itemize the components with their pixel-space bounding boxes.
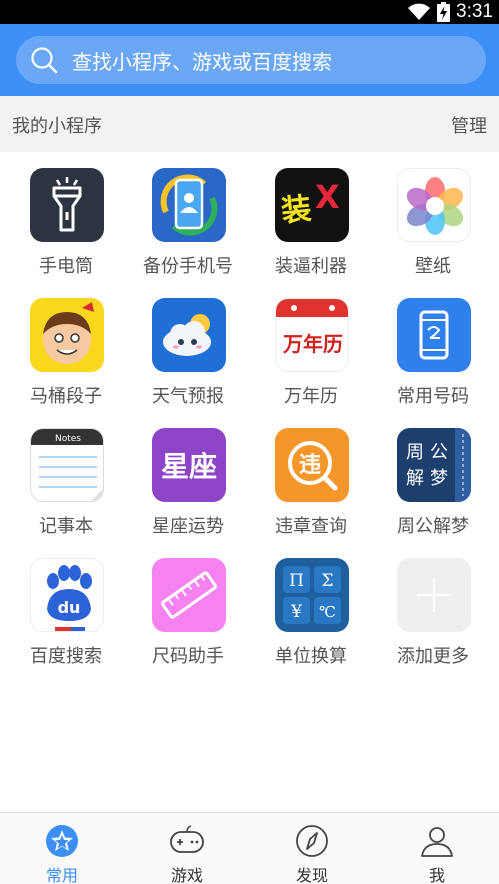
search-header: 查找小程序、游戏或百度搜索: [0, 24, 499, 96]
manage-button[interactable]: 管理: [451, 112, 487, 138]
tab-label: 发现: [295, 866, 328, 884]
flashlight-icon: [30, 168, 104, 242]
ruler-icon: [152, 558, 226, 632]
app-label: 星座运势: [152, 516, 224, 537]
app-weather[interactable]: 天气预报: [126, 282, 250, 412]
tab-common[interactable]: 常用: [0, 813, 124, 884]
app-toilet-jokes[interactable]: 马桶段子: [4, 282, 128, 412]
svg-text:℃: ℃: [319, 603, 336, 621]
app-label: 尺码助手: [152, 646, 224, 667]
section-title: 我的小程序: [12, 116, 102, 137]
baidu-icon: du: [30, 558, 104, 632]
svg-text:梦: 梦: [430, 468, 448, 489]
dream-book-icon: 周 公 解 梦: [397, 428, 471, 502]
search-icon: [31, 47, 58, 74]
search-input[interactable]: 查找小程序、游戏或百度搜索: [16, 36, 486, 84]
star-icon: [46, 825, 78, 857]
svg-text:周: 周: [406, 442, 424, 463]
app-size-helper[interactable]: 尺码助手: [126, 542, 250, 672]
app-label: 天气预报: [152, 386, 224, 407]
svg-text:星座: 星座: [161, 450, 217, 483]
tab-games[interactable]: 游戏: [125, 813, 249, 884]
app-flashlight[interactable]: 手电筒: [4, 152, 128, 282]
tab-label: 游戏: [170, 866, 203, 884]
app-notepad[interactable]: Notes 记事本: [4, 412, 128, 542]
phone-numbers-icon: [397, 298, 471, 372]
app-traffic-violation[interactable]: 违 违章查询: [249, 412, 373, 542]
app-unit-converter[interactable]: Π Σ ¥ ℃ 单位换算: [249, 542, 373, 672]
search-placeholder: 查找小程序、游戏或百度搜索: [72, 49, 332, 74]
app-label: 壁纸: [415, 256, 451, 277]
tab-label: 常用: [45, 866, 78, 884]
tab-me[interactable]: 我: [375, 813, 499, 884]
app-horoscope[interactable]: 星座 星座运势: [126, 412, 250, 542]
svg-text:Σ: Σ: [321, 571, 333, 591]
app-label: 添加更多: [397, 646, 469, 667]
bottom-tab-bar: 常用 游戏 发现 我: [0, 812, 499, 884]
app-label: 记事本: [39, 516, 93, 537]
calendar-icon: 万年历: [275, 298, 349, 372]
status-icons: 3:31: [407, 0, 493, 24]
svg-text:X: X: [315, 178, 340, 216]
phone-backup-icon: [152, 168, 226, 242]
status-time: 3:31: [456, 1, 493, 22]
add-more-icon: [397, 558, 471, 632]
app-label: 违章查询: [275, 516, 347, 537]
app-wallpaper[interactable]: 壁纸: [371, 152, 495, 282]
svg-text:du: du: [58, 598, 81, 617]
app-label: 万年历: [284, 386, 338, 407]
wifi-icon: [408, 3, 431, 20]
svg-text:万年历: 万年历: [282, 332, 343, 356]
weather-icon: [152, 298, 226, 372]
battery-charging-icon: [437, 2, 451, 22]
app-label: 周公解梦: [397, 516, 469, 537]
app-label: 装逼利器: [275, 256, 347, 277]
app-phone-backup[interactable]: 备份手机号: [126, 152, 250, 282]
traffic-violation-icon: 违: [275, 428, 349, 502]
app-common-numbers[interactable]: 常用号码: [371, 282, 495, 412]
app-add-more[interactable]: 添加更多: [371, 542, 495, 672]
cartoon-face-icon: [30, 298, 104, 372]
app-label: 单位换算: [275, 646, 347, 667]
svg-text:Notes: Notes: [55, 434, 81, 444]
app-label: 备份手机号: [143, 256, 233, 277]
svg-text:Π: Π: [289, 571, 304, 591]
app-label: 百度搜索: [30, 646, 102, 667]
gamepad-icon: [170, 825, 204, 853]
svg-text:公: 公: [430, 442, 448, 463]
app-calendar[interactable]: 万年历 万年历: [249, 282, 373, 412]
svg-text:装: 装: [280, 191, 313, 229]
tab-label: 我: [428, 866, 445, 884]
app-dream-book[interactable]: 周 公 解 梦 周公解梦: [371, 412, 495, 542]
svg-text:违: 违: [299, 452, 321, 478]
app-baidu-search[interactable]: du 百度搜索: [4, 542, 128, 672]
user-icon: [421, 827, 453, 857]
svg-text:¥: ¥: [290, 602, 302, 622]
zhuangx-icon: 装 X: [275, 168, 349, 242]
app-label: 常用号码: [397, 386, 469, 407]
wallpaper-icon: [397, 168, 471, 242]
compass-icon: [296, 825, 328, 857]
horoscope-icon: 星座: [152, 428, 226, 502]
app-zhuangbi[interactable]: 装 X 装逼利器: [249, 152, 373, 282]
app-label: 手电筒: [39, 256, 93, 277]
tab-discover[interactable]: 发现: [250, 813, 374, 884]
my-mini-programs-header: 我的小程序 管理: [0, 96, 499, 152]
notepad-icon: Notes: [30, 428, 104, 502]
status-bar: 3:31: [0, 0, 499, 24]
svg-text:解: 解: [406, 468, 424, 489]
app-label: 马桶段子: [30, 386, 102, 407]
unit-converter-icon: Π Σ ¥ ℃: [275, 558, 349, 632]
